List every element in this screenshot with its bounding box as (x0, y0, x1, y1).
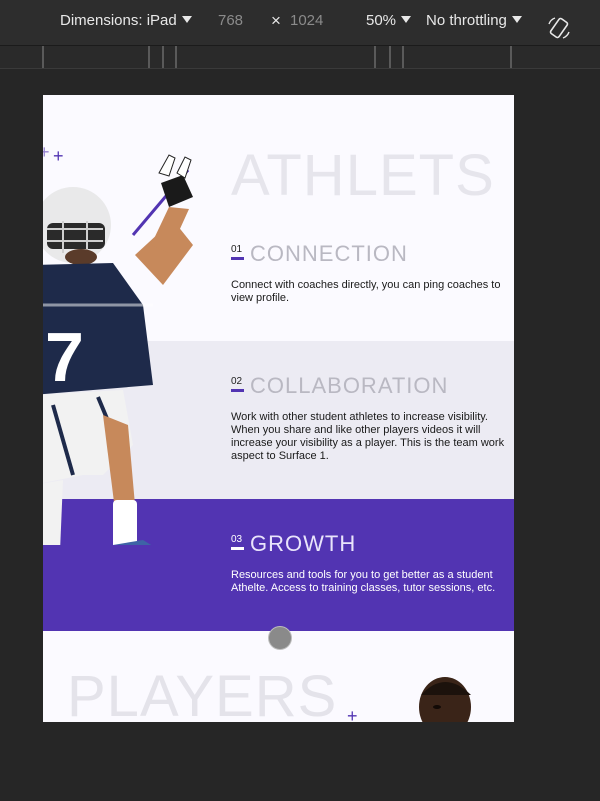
device-viewport: + + + ATHLETS 7 01 CONNECTION Connect wi… (43, 95, 514, 722)
feature-number: 01 (231, 244, 243, 255)
throttling-dropdown[interactable]: No throttling (426, 12, 522, 29)
feature-number-underline (231, 257, 244, 260)
zoom-label: 50% (366, 12, 397, 29)
ruler-tick (175, 46, 177, 68)
zoom-dropdown[interactable]: 50% (366, 12, 412, 29)
feature-number: 02 (231, 376, 243, 387)
chevron-down-icon (181, 16, 192, 23)
ruler-tick (374, 46, 376, 68)
device-dimensions-dropdown[interactable]: Dimensions: iPad (60, 12, 192, 29)
times-icon: × (271, 11, 281, 30)
width-input[interactable]: 768 (218, 12, 243, 29)
ruler-tick (148, 46, 150, 68)
player-portrait-image (419, 677, 471, 722)
plus-decoration-icon: + (347, 706, 358, 722)
rotate-icon[interactable] (546, 15, 572, 41)
device-dimensions-label: Dimensions: iPad (60, 12, 177, 29)
height-input[interactable]: 1024 (290, 12, 323, 29)
ruler-tick (402, 46, 404, 68)
chevron-down-icon (401, 16, 412, 23)
feature-title: CONNECTION (250, 241, 408, 266)
feature-title: COLLABORATION (250, 373, 449, 398)
ruler-tick (389, 46, 391, 68)
feature-description: Resources and tools for you to get bette… (231, 569, 496, 594)
feature-number: 03 (231, 534, 243, 545)
feature-description: Work with other student athletes to incr… (231, 411, 505, 462)
athletes-title: ATHLETS (231, 143, 495, 208)
svg-text:7: 7 (45, 318, 84, 396)
players-title: PLAYERS (67, 664, 338, 722)
football-player-image: 7 (43, 154, 193, 545)
feature-number-underline (231, 547, 244, 550)
feature-title: GROWTH (250, 531, 357, 556)
ruler-tick (510, 46, 512, 68)
feature-description: Connect with coaches directly, you can p… (231, 279, 501, 304)
touch-cursor (268, 626, 292, 650)
ruler-tick (162, 46, 164, 68)
ruler-tick (42, 46, 44, 68)
chevron-down-icon (511, 16, 522, 23)
throttling-label: No throttling (426, 12, 507, 29)
feature-number-underline (231, 389, 244, 392)
device-toolbar: Dimensions: iPad 768 × 1024 50% No throt… (0, 0, 600, 46)
media-query-ruler[interactable] (0, 46, 600, 69)
